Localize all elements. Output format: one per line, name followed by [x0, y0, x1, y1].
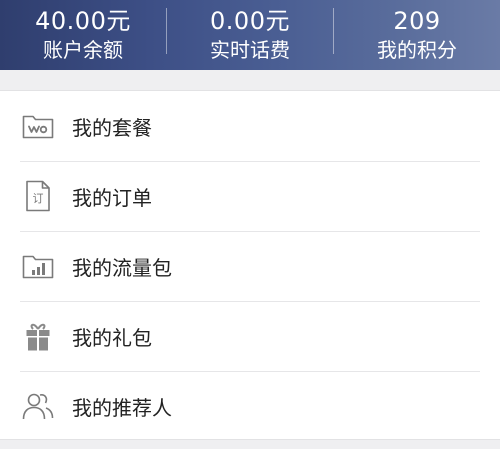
menu-item-label: 我的订单 — [72, 185, 152, 210]
account-balance-label: 账户余额 — [43, 38, 123, 62]
points-stat[interactable]: 209 我的积分 — [334, 0, 500, 70]
data-package-icon — [22, 250, 54, 282]
menu-item-my-gift[interactable]: 我的礼包 — [0, 301, 500, 371]
referrer-people-icon — [22, 390, 54, 422]
menu-item-my-plan[interactable]: 我的套餐 — [0, 91, 500, 161]
points-label: 我的积分 — [377, 38, 457, 62]
realtime-fee-stat[interactable]: 0.00元 实时话费 — [167, 0, 333, 70]
realtime-fee-label: 实时话费 — [210, 38, 290, 62]
menu-item-label: 我的套餐 — [72, 115, 152, 140]
menu-item-my-referrer[interactable]: 我的推荐人 — [0, 371, 500, 441]
menu-item-label: 我的推荐人 — [72, 395, 172, 420]
gift-icon — [22, 320, 54, 352]
account-balance-value: 40.00元 — [35, 7, 131, 35]
menu-item-label: 我的流量包 — [72, 255, 172, 280]
menu-item-my-orders[interactable]: 订 我的订单 — [0, 161, 500, 231]
menu-item-my-data-package[interactable]: 我的流量包 — [0, 231, 500, 301]
plan-folder-icon — [22, 110, 54, 142]
order-document-icon: 订 — [22, 180, 54, 212]
realtime-fee-value: 0.00元 — [210, 7, 290, 35]
svg-text:订: 订 — [33, 192, 44, 205]
my-services-menu: 我的套餐 订 我的订单 我的流量包 我的礼包 我的推荐人 — [0, 90, 500, 440]
menu-item-label: 我的礼包 — [72, 325, 152, 350]
account-balance-stat[interactable]: 40.00元 账户余额 — [0, 0, 166, 70]
account-stats-bar: 40.00元 账户余额 0.00元 实时话费 209 我的积分 — [0, 0, 500, 70]
points-value: 209 — [393, 7, 441, 35]
